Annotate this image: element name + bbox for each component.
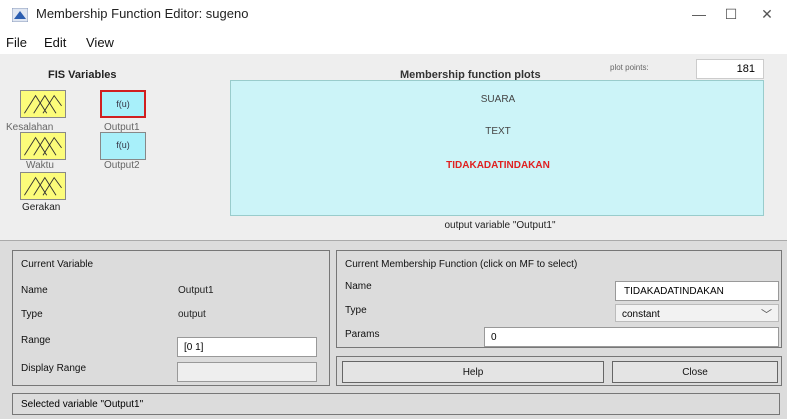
var-output1-box[interactable]: f(u)	[100, 90, 146, 118]
var-waktu-box[interactable]	[20, 132, 66, 160]
cv-display-range-label: Display Range	[21, 363, 87, 374]
current-mf-header: Current Membership Function (click on MF…	[345, 259, 578, 270]
maximize-button[interactable]: ☐	[716, 4, 746, 24]
display-range-input	[177, 362, 317, 382]
plot-caption: output variable "Output1"	[444, 220, 556, 231]
mf-label-tidakadatindakan[interactable]: TIDAKADATINDAKAN	[231, 160, 765, 171]
var-gerakan-box[interactable]	[20, 172, 66, 200]
var-output2-label: Output2	[104, 160, 140, 171]
var-waktu-label: Waktu	[26, 160, 54, 171]
mf-type-select[interactable]: constant ﹀	[615, 304, 779, 322]
mf-type-label: Type	[345, 305, 367, 316]
fu-label: f(u)	[116, 99, 130, 109]
mf-label-suara[interactable]: SUARA	[231, 94, 765, 105]
var-output2-box[interactable]: f(u)	[100, 132, 146, 160]
menu-file[interactable]: File	[6, 35, 27, 50]
menu-edit[interactable]: Edit	[44, 35, 66, 50]
var-gerakan-label: Gerakan	[22, 202, 61, 213]
fis-variables-title: FIS Variables	[48, 69, 117, 81]
mf-shape-icon	[24, 176, 62, 196]
menu-view[interactable]: View	[86, 35, 114, 50]
status-bar: Selected variable "Output1"	[12, 393, 780, 415]
cv-type-label: Type	[21, 309, 43, 320]
mf-type-value: constant	[622, 309, 660, 320]
mf-params-input[interactable]: 0	[484, 327, 779, 347]
plot-points-input[interactable]: 181	[696, 59, 764, 79]
mf-shape-icon	[24, 94, 62, 114]
close-window-button[interactable]: ✕	[752, 4, 782, 24]
mf-plot-area[interactable]: SUARA TEXT TIDAKADATINDAKAN	[230, 80, 764, 216]
range-input[interactable]: [0 1]	[177, 337, 317, 357]
var-kesalahan-box[interactable]	[20, 90, 66, 118]
matlab-icon	[12, 8, 28, 22]
mf-label-text[interactable]: TEXT	[231, 126, 765, 137]
cv-name-label: Name	[21, 285, 48, 296]
cv-type-value: output	[178, 309, 206, 320]
plot-points-label: plot points:	[610, 63, 649, 72]
mf-params-label: Params	[345, 329, 380, 340]
menu-bar: File Edit View	[0, 30, 787, 54]
fu-label: f(u)	[116, 140, 130, 150]
cv-range-label: Range	[21, 335, 51, 346]
window-title: Membership Function Editor: sugeno	[36, 6, 249, 21]
close-button[interactable]: Close	[612, 361, 778, 383]
minimize-button[interactable]: —	[684, 4, 714, 24]
mf-name-label: Name	[345, 281, 372, 292]
mf-name-input[interactable]: TIDAKADATINDAKAN	[615, 281, 779, 301]
help-button[interactable]: Help	[342, 361, 604, 383]
cv-name-value: Output1	[178, 285, 214, 296]
chevron-down-icon: ﹀	[761, 309, 772, 321]
title-bar: Membership Function Editor: sugeno — ☐ ✕	[0, 0, 787, 30]
current-variable-header: Current Variable	[21, 259, 94, 270]
mf-shape-icon	[24, 136, 62, 156]
